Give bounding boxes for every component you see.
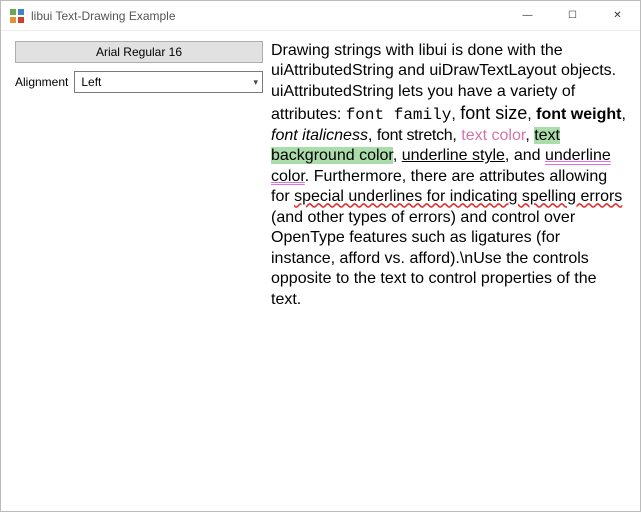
text-run: , and	[505, 147, 545, 164]
alignment-value: Left	[81, 75, 101, 89]
attr-text-color: text color	[461, 127, 525, 144]
text-area: Drawing strings with libui is done with …	[271, 41, 630, 501]
attr-font-weight: font weight	[536, 106, 621, 123]
titlebar: libui Text-Drawing Example — ☐ ✕	[1, 1, 640, 31]
close-button[interactable]: ✕	[595, 1, 640, 31]
alignment-label: Alignment	[15, 75, 68, 89]
app-icon	[9, 8, 25, 24]
text-run: ,	[452, 127, 461, 144]
text-run: (and other types of errors) and control …	[271, 209, 597, 308]
text-run: ,	[393, 147, 402, 164]
attr-font-italic: font italicness	[271, 127, 368, 144]
text-run: ,	[621, 106, 625, 123]
attr-underline-style: underline style	[402, 147, 505, 164]
attr-font-family: font family	[346, 106, 452, 124]
alignment-row: Alignment Left ▾	[15, 71, 263, 93]
attr-spelling-underline: special underlines for indicating spelli…	[294, 188, 622, 205]
maximize-button[interactable]: ☐	[550, 1, 595, 31]
attr-font-stretch: font stretch	[377, 127, 453, 144]
chevron-down-icon: ▾	[253, 77, 258, 88]
window-title: libui Text-Drawing Example	[31, 9, 176, 23]
text-run: ,	[368, 127, 377, 144]
text-run: ,	[525, 127, 534, 144]
attr-font-size: font size	[460, 103, 527, 123]
controls-panel: Arial Regular 16 Alignment Left ▾	[15, 41, 263, 501]
alignment-select[interactable]: Left ▾	[74, 71, 263, 93]
content-area: Arial Regular 16 Alignment Left ▾ Drawin…	[1, 31, 640, 511]
font-button[interactable]: Arial Regular 16	[15, 41, 263, 63]
text-run: ,	[527, 106, 536, 123]
minimize-button[interactable]: —	[505, 1, 550, 31]
text-run: ,	[451, 106, 460, 123]
